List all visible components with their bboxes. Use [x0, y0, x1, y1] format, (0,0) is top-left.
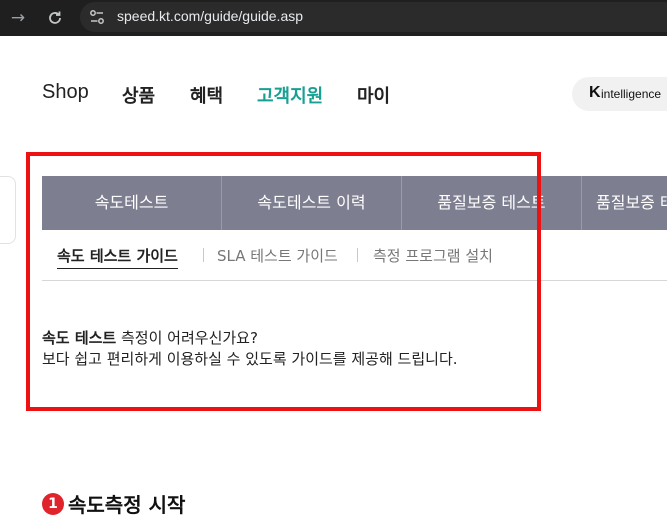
url-text[interactable]: speed.kt.com/guide/guide.asp: [117, 8, 303, 24]
site-info-icon[interactable]: [88, 8, 106, 26]
k-logo-mark: K: [589, 84, 601, 101]
step-number-icon: 1: [42, 493, 64, 515]
red-highlight-frame: [26, 152, 541, 411]
browser-toolbar: → speed.kt.com/guide/guide.asp: [0, 0, 667, 36]
k-intelligence-badge[interactable]: K intelligence: [572, 77, 667, 111]
nav-item-my[interactable]: 마이: [357, 82, 390, 108]
reload-icon[interactable]: [42, 5, 68, 31]
nav-item-shop[interactable]: Shop: [42, 81, 89, 104]
side-floating-widget[interactable]: [0, 176, 16, 244]
k-logo-text: intelligence: [601, 87, 662, 101]
nav-item-support[interactable]: 고객지원: [257, 82, 323, 108]
address-bar[interactable]: speed.kt.com/guide/guide.asp: [80, 2, 667, 32]
forward-arrow-icon[interactable]: →: [5, 5, 31, 31]
nav-item-products[interactable]: 상품: [122, 82, 155, 108]
nav-item-benefits[interactable]: 혜택: [190, 82, 223, 108]
tab-quality-test-2[interactable]: 품질보증 테스트: [582, 176, 667, 230]
